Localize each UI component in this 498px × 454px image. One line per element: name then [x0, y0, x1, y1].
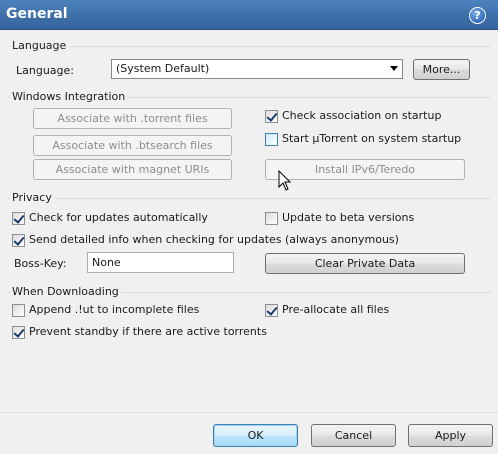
check-association-label: Check association on startup	[282, 109, 442, 122]
chevron-down-icon	[390, 66, 398, 71]
when-downloading-group: When Downloading	[6, 285, 491, 352]
prevent-standby-label: Prevent standby if there are active torr…	[29, 325, 267, 338]
language-select[interactable]: (System Default)	[111, 59, 403, 79]
start-on-startup-checkbox[interactable]	[265, 133, 278, 146]
beta-versions-label: Update to beta versions	[282, 211, 415, 224]
preallocate-label: Pre-allocate all files	[282, 303, 390, 316]
check-updates-label: Check for updates automatically	[29, 211, 208, 224]
send-info-label: Send detailed info when checking for upd…	[29, 233, 399, 246]
panel-title: General	[6, 6, 68, 22]
privacy-group-title: Privacy	[10, 191, 54, 204]
when-downloading-title: When Downloading	[10, 285, 121, 298]
mouse-cursor-icon	[278, 170, 292, 191]
check-updates-checkbox[interactable]	[12, 212, 25, 225]
associate-torrent-button[interactable]: Associate with .torrent files	[33, 108, 232, 129]
apply-button[interactable]: Apply	[408, 424, 493, 447]
clear-private-data-button[interactable]: Clear Private Data	[265, 253, 465, 274]
check-association-checkbox[interactable]	[265, 110, 278, 123]
append-ut-label: Append .!ut to incomplete files	[29, 303, 200, 316]
settings-content: Language Language: (System Default) More…	[0, 30, 498, 412]
boss-key-label: Boss-Key:	[14, 257, 67, 270]
language-label: Language:	[16, 64, 74, 77]
language-group-title: Language	[10, 39, 69, 52]
cancel-button[interactable]: Cancel	[311, 424, 396, 447]
ok-button[interactable]: OK	[213, 424, 298, 447]
prevent-standby-checkbox[interactable]	[12, 326, 25, 339]
append-ut-checkbox[interactable]	[12, 304, 25, 317]
install-ipv6-button[interactable]: Install IPv6/Teredo	[265, 159, 465, 180]
start-on-startup-label: Start µTorrent on system startup	[282, 132, 462, 145]
boss-key-input[interactable]: None	[87, 252, 234, 273]
associate-btsearch-button[interactable]: Associate with .btsearch files	[33, 135, 232, 156]
windows-integration-title: Windows Integration	[10, 90, 128, 103]
panel-header: General ?	[0, 0, 498, 30]
more-languages-button[interactable]: More...	[413, 59, 470, 80]
associate-magnet-button[interactable]: Associate with magnet URIs	[33, 159, 232, 180]
language-select-value: (System Default)	[116, 62, 210, 75]
beta-versions-checkbox[interactable]	[265, 212, 278, 225]
dialog-footer: OK Cancel Apply	[0, 412, 498, 454]
help-icon[interactable]: ?	[469, 7, 486, 24]
preallocate-checkbox[interactable]	[265, 304, 278, 317]
send-info-checkbox[interactable]	[12, 234, 25, 247]
